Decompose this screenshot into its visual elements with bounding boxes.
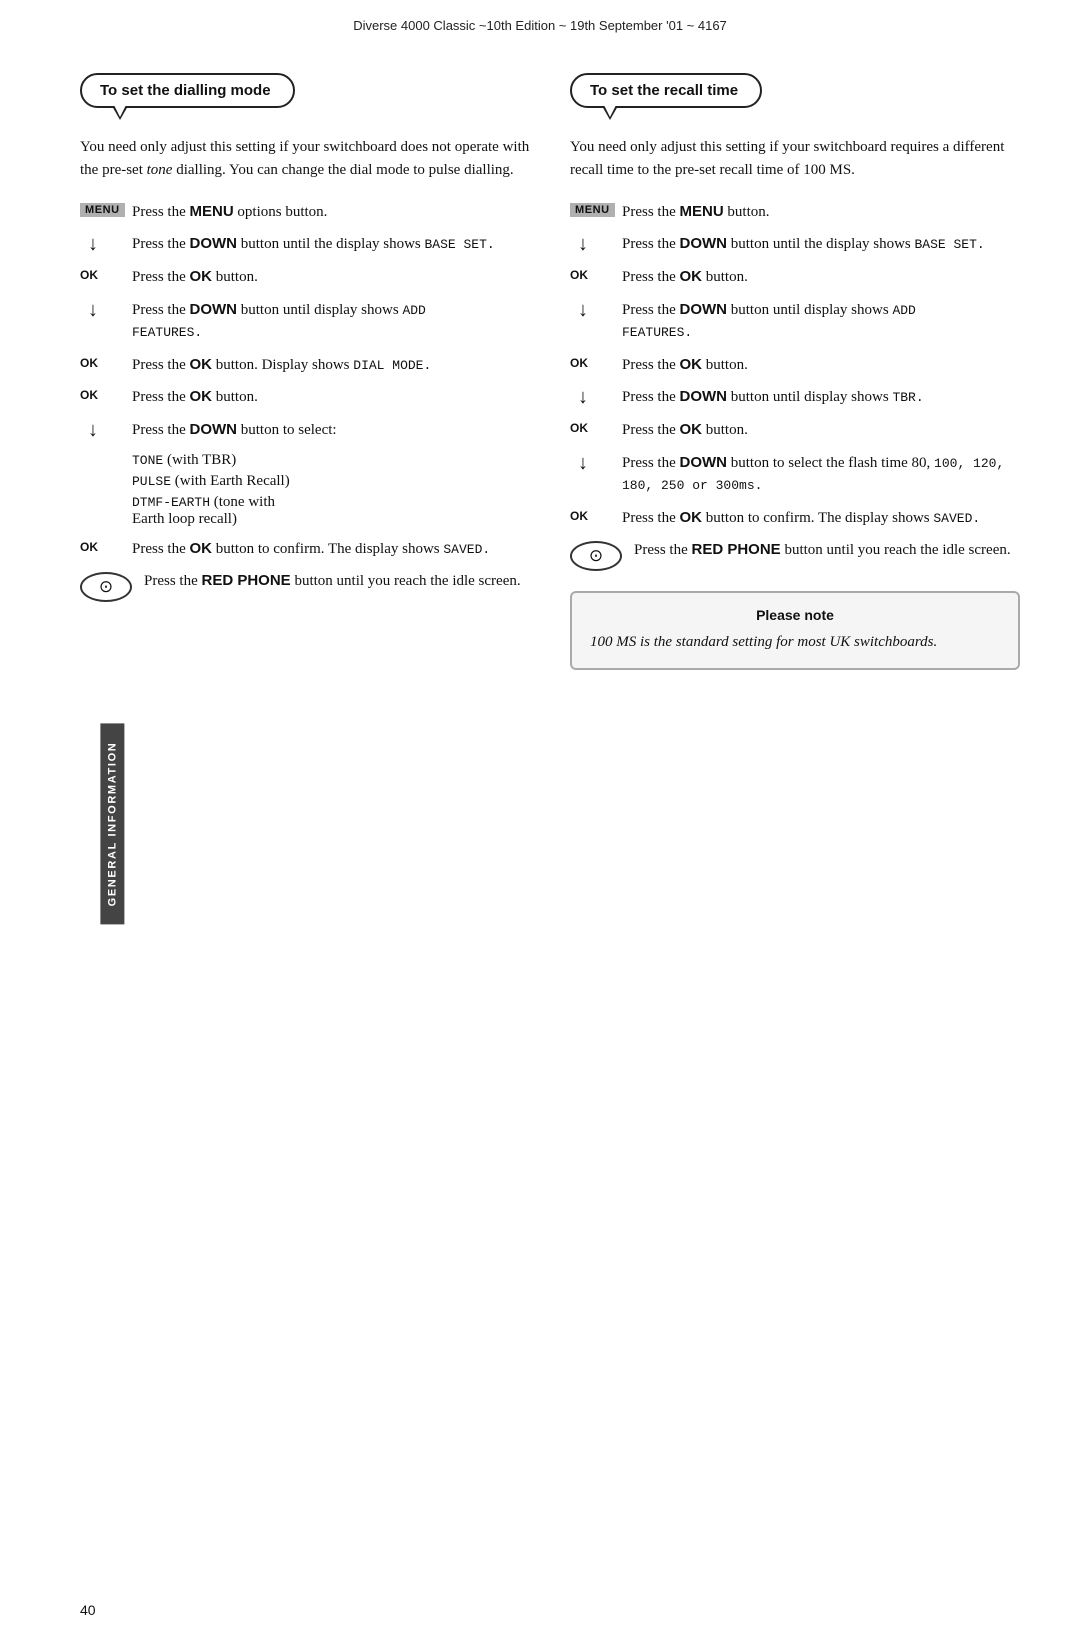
step-text: Press the DOWN button until display show…	[622, 299, 916, 344]
right-intro: You need only adjust this setting if you…	[570, 136, 1020, 183]
step-text: Press the DOWN button to select:	[132, 419, 337, 442]
tone-option: TONE (with TBR)	[132, 452, 530, 469]
down-arrow: ↓	[570, 299, 622, 322]
ok-key: OK	[570, 266, 622, 282]
page-number: 40	[80, 1602, 96, 1618]
step-down-4: ↓ Press the DOWN button to select the fl…	[570, 452, 1020, 497]
step-ok-4: OK Press the OK button to confirm. The d…	[570, 507, 1020, 530]
pulse-option: PULSE (with Earth Recall)	[132, 473, 530, 490]
menu-key: MENU	[570, 203, 615, 217]
step-text: Press the RED PHONE button until you rea…	[144, 570, 521, 593]
step-text: Press the DOWN button until display show…	[622, 386, 924, 409]
step-phone: ⊙ Press the RED PHONE button until you r…	[570, 539, 1020, 571]
right-section-title: To set the recall time	[570, 73, 762, 108]
step-ok-3: OK Press the OK button.	[570, 419, 1020, 442]
dtmf-option: DTMF-EARTH (tone withEarth loop recall)	[132, 494, 530, 528]
note-text: 100 MS is the standard setting for most …	[590, 631, 1000, 654]
step-ok-2: OK Press the OK button. Display shows DI…	[80, 354, 530, 377]
down-arrow: ↓	[570, 452, 622, 475]
down-arrow: ↓	[80, 419, 132, 442]
ok-key: OK	[80, 538, 132, 554]
step-menu: MENU Press the MENU options button.	[80, 201, 530, 224]
step-text: Press the DOWN button until the display …	[622, 233, 985, 256]
step-ok-3: OK Press the OK button.	[80, 386, 530, 409]
step-text: Press the OK button to confirm. The disp…	[132, 538, 490, 561]
step-ok-1: OK Press the OK button.	[80, 266, 530, 289]
ok-key: OK	[570, 354, 622, 370]
left-section-title: To set the dialling mode	[80, 73, 295, 108]
menu-key: MENU	[80, 203, 125, 217]
side-label-bar: GENERAL INFORMATION	[100, 724, 124, 925]
step-down-2: ↓ Press the DOWN button until display sh…	[80, 299, 530, 344]
ok-key: OK	[570, 507, 622, 523]
step-text: Press the OK button to confirm. The disp…	[622, 507, 980, 530]
left-column: To set the dialling mode You need only a…	[80, 73, 530, 670]
down-arrow: ↓	[570, 386, 622, 409]
step-text: Press the OK button.	[622, 354, 748, 377]
header-title: Diverse 4000 Classic ~10th Edition ~ 19t…	[353, 18, 727, 33]
step-text: Press the OK button. Display shows DIAL …	[132, 354, 431, 377]
phone-icon: ⊙	[80, 572, 132, 602]
note-title: Please note	[590, 607, 1000, 623]
left-steps: MENU Press the MENU options button. ↓ Pr…	[80, 201, 530, 603]
step-text: Press the DOWN button until the display …	[132, 233, 495, 256]
down-arrow: ↓	[570, 233, 622, 256]
right-column: To set the recall time You need only adj…	[570, 73, 1020, 670]
step-text: Press the MENU options button.	[132, 201, 327, 224]
step-ok-4: OK Press the OK button to confirm. The d…	[80, 538, 530, 561]
step-text: Press the DOWN button until display show…	[132, 299, 426, 344]
ok-key: OK	[80, 386, 132, 402]
step-text: Press the OK button.	[622, 419, 748, 442]
step-ok-1: OK Press the OK button.	[570, 266, 1020, 289]
step-down-1: ↓ Press the DOWN button until the displa…	[80, 233, 530, 256]
step-down-2: ↓ Press the DOWN button until display sh…	[570, 299, 1020, 344]
ok-key: OK	[80, 354, 132, 370]
step-text: Press the DOWN button to select the flas…	[622, 452, 1020, 497]
please-note-box: Please note 100 MS is the standard setti…	[570, 591, 1020, 670]
page-header: Diverse 4000 Classic ~10th Edition ~ 19t…	[0, 0, 1080, 43]
step-down-3: ↓ Press the DOWN button until display sh…	[570, 386, 1020, 409]
left-intro: You need only adjust this setting if you…	[80, 136, 530, 183]
step-text: Press the OK button.	[132, 266, 258, 289]
step-ok-2: OK Press the OK button.	[570, 354, 1020, 377]
down-arrow: ↓	[80, 233, 132, 256]
step-text: Press the OK button.	[132, 386, 258, 409]
phone-icon: ⊙	[570, 541, 622, 571]
step-text: Press the MENU button.	[622, 201, 770, 224]
step-down-1: ↓ Press the DOWN button until the displa…	[570, 233, 1020, 256]
step-menu: MENU Press the MENU button.	[570, 201, 1020, 224]
down-arrow: ↓	[80, 299, 132, 322]
step-down-3: ↓ Press the DOWN button to select:	[80, 419, 530, 442]
right-steps: MENU Press the MENU button. ↓ Press the …	[570, 201, 1020, 572]
ok-key: OK	[80, 266, 132, 282]
step-text: Press the RED PHONE button until you rea…	[634, 539, 1011, 562]
step-text: Press the OK button.	[622, 266, 748, 289]
step-phone: ⊙ Press the RED PHONE button until you r…	[80, 570, 530, 602]
side-label-text: GENERAL INFORMATION	[106, 742, 118, 907]
ok-key: OK	[570, 419, 622, 435]
